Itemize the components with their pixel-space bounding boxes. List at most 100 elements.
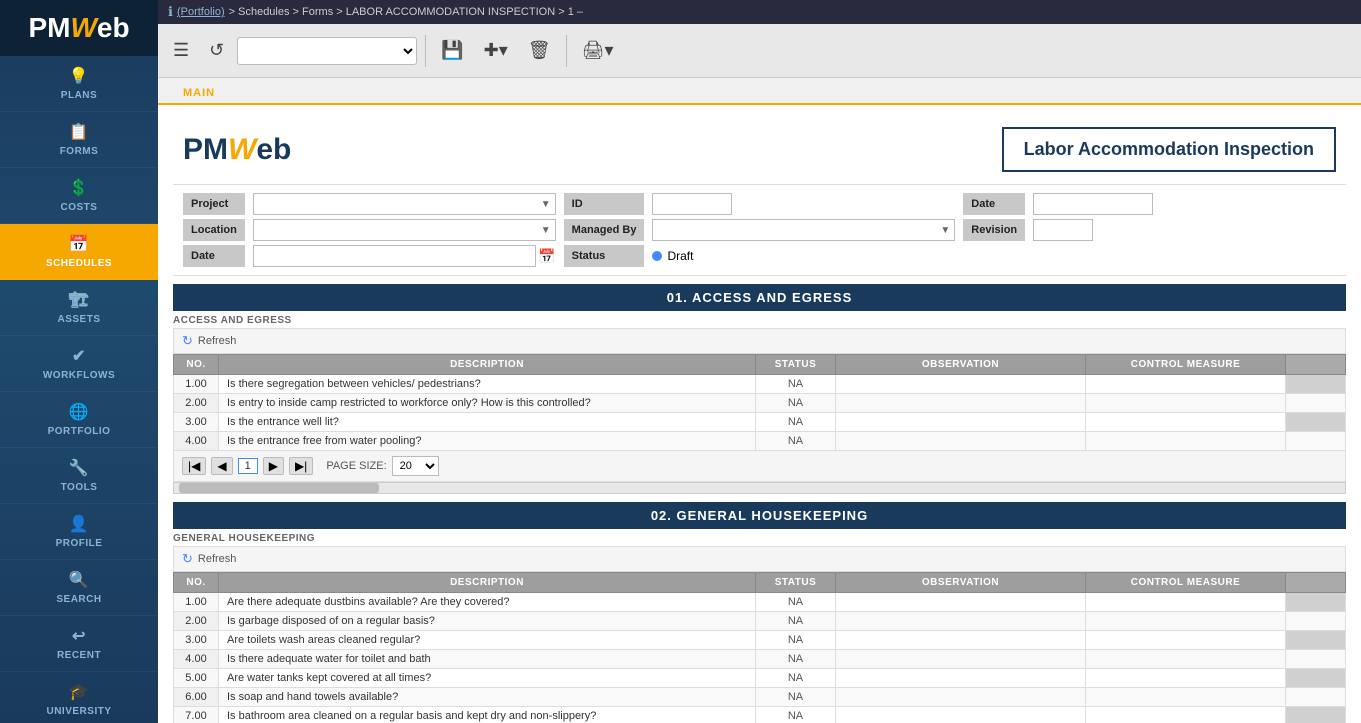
form-dropdown[interactable] bbox=[237, 37, 417, 65]
col-status-1: STATUS bbox=[756, 355, 836, 375]
status-dot bbox=[652, 251, 662, 261]
row-extra bbox=[1286, 688, 1346, 707]
sidebar-item-forms[interactable]: 📋 FORMS bbox=[0, 112, 158, 168]
print-button[interactable]: 🖨▾ bbox=[575, 35, 621, 66]
managed-by-dropdown-arrow[interactable]: ▼ bbox=[940, 225, 950, 236]
sidebar-item-forms-label: FORMS bbox=[60, 146, 99, 157]
project-dropdown-arrow[interactable]: ▼ bbox=[541, 199, 551, 210]
date2-input[interactable]: 29-Jun-2022 bbox=[253, 245, 536, 267]
row-status: NA bbox=[756, 612, 836, 631]
sidebar-item-plans[interactable]: 💡 PLANS bbox=[0, 56, 158, 112]
sidebar-item-profile[interactable]: 👤 PROFILE bbox=[0, 504, 158, 560]
content-area: MAIN PMWeb Labor Accommodation Inspectio… bbox=[158, 78, 1361, 723]
row-obs bbox=[836, 612, 1086, 631]
row-status: NA bbox=[756, 432, 836, 451]
row-desc: Are there adequate dustbins available? A… bbox=[219, 593, 756, 612]
sidebar-item-assets[interactable]: 🏗 ASSETS bbox=[0, 280, 158, 336]
row-extra bbox=[1286, 413, 1346, 432]
sidebar-item-recent[interactable]: ↩ RECENT bbox=[0, 616, 158, 672]
sidebar-item-tools-label: TOOLS bbox=[61, 482, 98, 493]
id-input[interactable]: 1 bbox=[652, 193, 732, 215]
save-button[interactable]: 💾 bbox=[434, 35, 470, 66]
section2-sublabel: GENERAL HOUSEKEEPING bbox=[173, 529, 1346, 546]
row-extra bbox=[1286, 707, 1346, 723]
row-ctrl bbox=[1086, 375, 1286, 394]
table-row: 1.00 Are there adequate dustbins availab… bbox=[174, 593, 1346, 612]
section2-table: NO. DESCRIPTION STATUS OBSERVATION CONTR… bbox=[173, 572, 1346, 723]
sidebar-item-schedules[interactable]: 📅 SCHEDULES bbox=[0, 224, 158, 280]
row-desc: Is there adequate water for toilet and b… bbox=[219, 650, 756, 669]
add-button[interactable]: ✚▾ bbox=[477, 35, 515, 66]
delete-button[interactable]: 🗑 bbox=[521, 35, 558, 66]
search-icon: 🔍 bbox=[69, 570, 89, 590]
table-row: 3.00 Are toilets wash areas cleaned regu… bbox=[174, 631, 1346, 650]
section2-header: 02. GENERAL HOUSEKEEPING bbox=[173, 502, 1346, 529]
tab-main[interactable]: MAIN bbox=[173, 81, 225, 103]
col-no-2: NO. bbox=[174, 573, 219, 593]
row-obs bbox=[836, 650, 1086, 669]
location-input[interactable] bbox=[258, 224, 541, 236]
sidebar-item-tools[interactable]: 🔧 TOOLS bbox=[0, 448, 158, 504]
date2-wrapper: 29-Jun-2022 📅 bbox=[253, 245, 556, 267]
refresh2-label[interactable]: Refresh bbox=[198, 553, 237, 565]
date-input[interactable]: 29-Jun- bbox=[1033, 193, 1153, 215]
sidebar-item-workflows-label: WORKFLOWS bbox=[43, 370, 115, 381]
row-status: NA bbox=[756, 394, 836, 413]
breadcrumb: ℹ (Portfolio) > Schedules > Forms > LABO… bbox=[158, 0, 1361, 24]
project-input[interactable] bbox=[258, 198, 541, 210]
row-status: NA bbox=[756, 707, 836, 723]
row-ctrl bbox=[1086, 432, 1286, 451]
section1-hscroll[interactable] bbox=[173, 482, 1346, 494]
row-ctrl bbox=[1086, 612, 1286, 631]
sidebar: PMWeb 💡 PLANS 📋 FORMS 💲 COSTS 📅 SCHEDULE… bbox=[0, 0, 158, 723]
sidebar-item-workflows[interactable]: ✔ WORKFLOWS bbox=[0, 336, 158, 392]
section1-refresh-bar[interactable]: ↻ Refresh bbox=[173, 328, 1346, 354]
row-no: 4.00 bbox=[174, 650, 219, 669]
breadcrumb-portfolio[interactable]: (Portfolio) bbox=[177, 6, 225, 18]
row-no: 6.00 bbox=[174, 688, 219, 707]
row-ctrl bbox=[1086, 650, 1286, 669]
calendar-icon[interactable]: 📅 bbox=[538, 248, 555, 265]
portfolio-icon: 🌐 bbox=[69, 402, 89, 422]
list-view-button[interactable]: ☰ bbox=[166, 35, 196, 66]
date-label: Date bbox=[963, 193, 1025, 215]
forms-icon: 📋 bbox=[69, 122, 89, 142]
sidebar-item-costs[interactable]: 💲 COSTS bbox=[0, 168, 158, 224]
managed-by-label: Managed By bbox=[564, 219, 645, 241]
col-status-2: STATUS bbox=[756, 573, 836, 593]
location-dropdown-arrow[interactable]: ▼ bbox=[541, 225, 551, 236]
page-size-select-1[interactable]: 20 50 100 bbox=[392, 456, 439, 476]
row-no: 3.00 bbox=[174, 631, 219, 650]
first-page-btn-1[interactable]: |◀ bbox=[182, 457, 206, 475]
sidebar-item-portfolio[interactable]: 🌐 PORTFOLIO bbox=[0, 392, 158, 448]
page-size-label-1: PAGE SIZE: bbox=[326, 460, 386, 472]
section2-refresh-bar[interactable]: ↻ Refresh bbox=[173, 546, 1346, 572]
sidebar-nav: 💡 PLANS 📋 FORMS 💲 COSTS 📅 SCHEDULES 🏗 AS… bbox=[0, 56, 158, 723]
revision-input[interactable]: 0 bbox=[1033, 219, 1093, 241]
sidebar-item-costs-label: COSTS bbox=[61, 202, 98, 213]
row-extra bbox=[1286, 669, 1346, 688]
row-desc: Is the entrance free from water pooling? bbox=[219, 432, 756, 451]
date2-label: Date bbox=[183, 245, 245, 267]
managed-by-input[interactable] bbox=[657, 224, 940, 236]
sidebar-item-plans-label: PLANS bbox=[61, 90, 97, 101]
tools-icon: 🔧 bbox=[69, 458, 89, 478]
sidebar-item-university[interactable]: 🎓 UNIVERSITY bbox=[0, 672, 158, 723]
last-page-btn-1[interactable]: ▶| bbox=[289, 457, 313, 475]
tab-bar: MAIN bbox=[158, 78, 1361, 105]
sidebar-item-search-label: SEARCH bbox=[56, 594, 101, 605]
university-icon: 🎓 bbox=[69, 682, 89, 702]
project-label: Project bbox=[183, 193, 245, 215]
status-label: Status bbox=[564, 245, 645, 267]
row-extra bbox=[1286, 631, 1346, 650]
prev-page-btn-1[interactable]: ◀ bbox=[211, 457, 232, 475]
refresh1-label[interactable]: Refresh bbox=[198, 335, 237, 347]
row-ctrl bbox=[1086, 669, 1286, 688]
next-page-btn-1[interactable]: ▶ bbox=[263, 457, 284, 475]
row-obs bbox=[836, 631, 1086, 650]
row-status: NA bbox=[756, 593, 836, 612]
sidebar-item-schedules-label: SCHEDULES bbox=[46, 258, 112, 269]
col-ctrl-1: CONTROL MEASURE bbox=[1086, 355, 1286, 375]
history-button[interactable]: ↺ bbox=[202, 35, 231, 66]
sidebar-item-search[interactable]: 🔍 SEARCH bbox=[0, 560, 158, 616]
